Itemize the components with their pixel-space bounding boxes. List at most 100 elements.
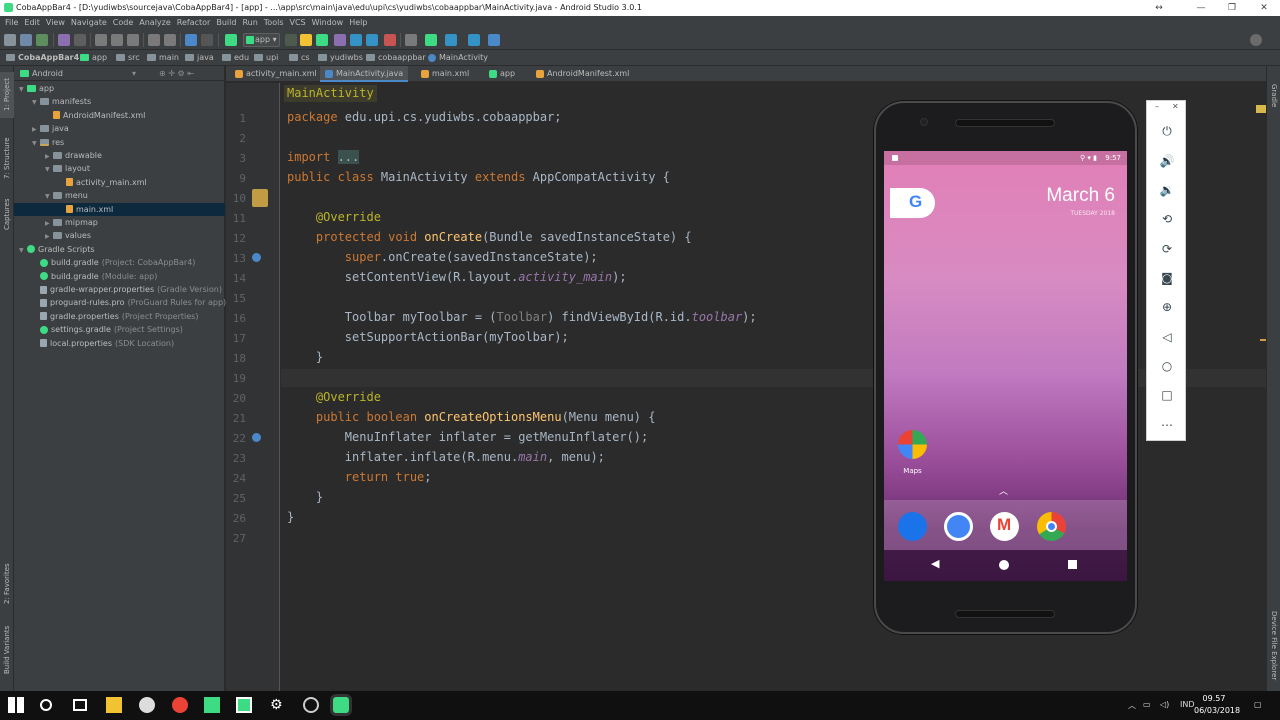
collapsed-arrow-icon[interactable]: ▶ — [45, 150, 53, 163]
device-monitor-icon[interactable] — [468, 34, 480, 46]
menu-item-tools[interactable]: Tools — [261, 16, 287, 30]
editor-tab[interactable]: AndroidManifest.xml — [531, 66, 634, 82]
code-line[interactable]: setContentView(R.layout.activity_main); — [287, 270, 627, 284]
tree-item[interactable]: ▶ drawable — [14, 149, 225, 162]
sdk-manager-icon[interactable] — [425, 34, 437, 46]
inspection-status-icon[interactable] — [1256, 105, 1266, 113]
resize-icon[interactable]: ↔ — [1143, 0, 1175, 16]
overview-icon[interactable]: □ — [1159, 387, 1175, 403]
breadcrumb-item[interactable]: edu — [222, 50, 249, 66]
code-line[interactable]: } — [287, 490, 323, 504]
tree-item[interactable]: ▶ java — [14, 122, 225, 135]
app-icon[interactable] — [139, 697, 155, 713]
tree-item[interactable]: ▼ manifests — [14, 95, 225, 108]
code-line[interactable]: } — [287, 510, 294, 524]
tree-item[interactable]: ▼ res — [14, 136, 225, 149]
chrome-app-icon[interactable] — [1037, 512, 1066, 541]
tree-item[interactable]: proguard-rules.pro (ProGuard Rules for ap… — [14, 296, 226, 309]
tray-chevron-icon[interactable]: ︿ — [1128, 700, 1136, 711]
code-line[interactable]: public class MainActivity extends AppCom… — [287, 170, 670, 184]
open-folder-icon[interactable] — [4, 34, 16, 46]
tree-item[interactable]: build.gradle (Module: app) — [14, 270, 225, 283]
gutter-implements-icon[interactable] — [252, 189, 268, 207]
code-line[interactable]: Toolbar myToolbar = (Toolbar) findViewBy… — [287, 310, 757, 324]
firefox-icon[interactable] — [172, 697, 188, 713]
tab-device-file-explorer[interactable]: Device File Explorer — [1267, 606, 1280, 686]
more-icon[interactable]: ⋯ — [1159, 417, 1175, 433]
project-structure-icon[interactable] — [445, 34, 457, 46]
rotate-left-icon[interactable]: ⟲ — [1159, 211, 1175, 227]
search-everywhere-icon[interactable] — [1250, 34, 1262, 46]
volume-icon[interactable]: ◁) — [1160, 700, 1169, 709]
code-line[interactable]: import ... — [287, 150, 360, 164]
expanded-arrow-icon[interactable]: ▼ — [19, 83, 27, 96]
save-all-icon[interactable] — [20, 34, 32, 46]
clock-icon[interactable] — [303, 697, 319, 713]
breadcrumb-item[interactable]: MainActivity — [428, 50, 488, 66]
rotate-right-icon[interactable]: ⟳ — [1159, 241, 1175, 257]
tab-captures[interactable]: Captures — [0, 194, 14, 234]
code-line[interactable]: inflater.inflate(R.menu.main, menu); — [287, 450, 605, 464]
close-button[interactable]: ✕ — [1248, 0, 1280, 16]
project-view-selector[interactable]: Android ▾ ⊕ ✛ ⚙ ⇤ — [14, 66, 225, 81]
panel-gear-icons[interactable]: ⊕ ✛ ⚙ ⇤ — [159, 66, 194, 81]
attach-debugger-icon[interactable] — [350, 34, 362, 46]
code-line[interactable]: MenuInflater inflater = getMenuInflater(… — [287, 430, 648, 444]
tab-build-variants[interactable]: Build Variants — [0, 622, 14, 678]
menu-item-edit[interactable]: Edit — [21, 16, 43, 30]
replace-icon[interactable] — [164, 34, 176, 46]
code-line[interactable]: setSupportActionBar(myToolbar); — [287, 330, 569, 344]
code-line[interactable]: package edu.upi.cs.yudiwbs.cobaappbar; — [287, 110, 562, 124]
menu-item-navigate[interactable]: Navigate — [68, 16, 110, 30]
make-project-icon[interactable] — [225, 34, 237, 46]
tab-gradle[interactable]: Gradle — [1267, 76, 1280, 116]
menu-item-help[interactable]: Help — [346, 16, 370, 30]
tree-item[interactable]: ▼ Gradle Scripts — [14, 243, 225, 256]
menu-item-build[interactable]: Build — [213, 16, 239, 30]
breadcrumb-item[interactable]: upi — [254, 50, 278, 66]
copy-icon[interactable] — [111, 34, 123, 46]
task-view-icon[interactable] — [73, 699, 87, 711]
android-home-icon[interactable] — [999, 560, 1009, 570]
back-nav-icon[interactable] — [185, 34, 197, 46]
code-line[interactable]: } — [287, 350, 323, 364]
avd-manager-icon[interactable] — [405, 34, 417, 46]
maps-app-icon[interactable] — [898, 430, 927, 459]
notepad-icon[interactable] — [204, 697, 220, 713]
tree-item[interactable]: AndroidManifest.xml — [14, 109, 225, 122]
android-overview-icon[interactable] — [1068, 560, 1077, 569]
tab-favorites[interactable]: 2: Favorites — [0, 556, 14, 612]
code-line[interactable]: public boolean onCreateOptionsMenu(Menu … — [287, 410, 656, 424]
breadcrumb-item[interactable]: app — [80, 50, 107, 66]
tab-structure[interactable]: 7: Structure — [0, 130, 14, 186]
tree-item[interactable]: ▼ menu — [14, 189, 225, 202]
collapsed-arrow-icon[interactable]: ▶ — [45, 230, 53, 243]
undo-icon[interactable] — [58, 34, 70, 46]
expanded-arrow-icon[interactable]: ▼ — [45, 163, 53, 176]
find-icon[interactable] — [148, 34, 160, 46]
app-drawer-arrow-icon[interactable]: ︿ — [999, 484, 1008, 497]
run-icon[interactable] — [285, 34, 297, 46]
redo-icon[interactable] — [74, 34, 86, 46]
file-explorer-icon[interactable] — [106, 697, 122, 713]
start-icon[interactable] — [8, 697, 24, 713]
menu-item-window[interactable]: Window — [309, 16, 347, 30]
tree-item[interactable]: activity_main.xml — [14, 176, 225, 189]
messages-app-icon[interactable] — [944, 512, 973, 541]
emulator-screen[interactable]: ⚲ ▾ ▮ 9:57 G March 6 TUESDAY 2018 Maps ︿… — [884, 151, 1127, 581]
editor-tab[interactable]: app — [484, 66, 520, 82]
override-marker-icon[interactable] — [252, 433, 261, 442]
tree-item[interactable]: ▶ values — [14, 229, 225, 242]
android-back-icon[interactable]: ◀ — [931, 558, 939, 570]
search-icon[interactable] — [40, 699, 52, 711]
class-breadcrumb[interactable]: MainActivity — [284, 85, 377, 102]
home-icon[interactable]: ○ — [1159, 358, 1175, 374]
breadcrumb-item[interactable]: yudiwbs — [318, 50, 363, 66]
android-studio-taskbar-icon[interactable] — [333, 697, 349, 713]
breadcrumb-item[interactable]: CobaAppBar4 — [6, 50, 79, 66]
gmail-app-icon[interactable]: M — [990, 512, 1019, 541]
tree-item[interactable]: build.gradle (Project: CobaAppBar4) — [14, 256, 225, 269]
tab-project[interactable]: 1: Project — [0, 72, 14, 118]
override-marker-icon[interactable] — [252, 253, 261, 262]
minimize-button[interactable]: — — [1185, 0, 1217, 16]
